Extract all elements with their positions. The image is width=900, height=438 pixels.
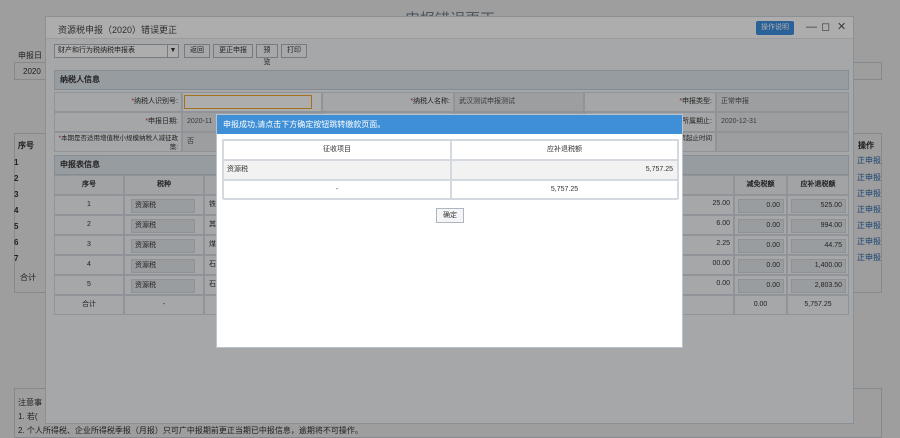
popup-col-amount: 应补退税额 xyxy=(451,140,678,160)
success-popup: 申报成功,请点击下方确定按钮跳转缴款页面。 征收项目 应补退税额 资源税 5,7… xyxy=(216,114,683,348)
popup-row1-item: 资源税 xyxy=(223,160,451,180)
ok-button[interactable]: 确定 xyxy=(436,208,464,223)
popup-row1-amount: 5,757.25 xyxy=(451,160,678,180)
popup-col-item: 征收项目 xyxy=(223,140,451,160)
popup-row2-item: - xyxy=(223,180,451,200)
popup-row2-amount: 5,757.25 xyxy=(451,180,678,200)
popup-table: 征收项目 应补退税额 资源税 5,757.25 - 5,757.25 xyxy=(222,139,679,200)
popup-message: 申报成功,请点击下方确定按钮跳转缴款页面。 xyxy=(217,115,682,134)
